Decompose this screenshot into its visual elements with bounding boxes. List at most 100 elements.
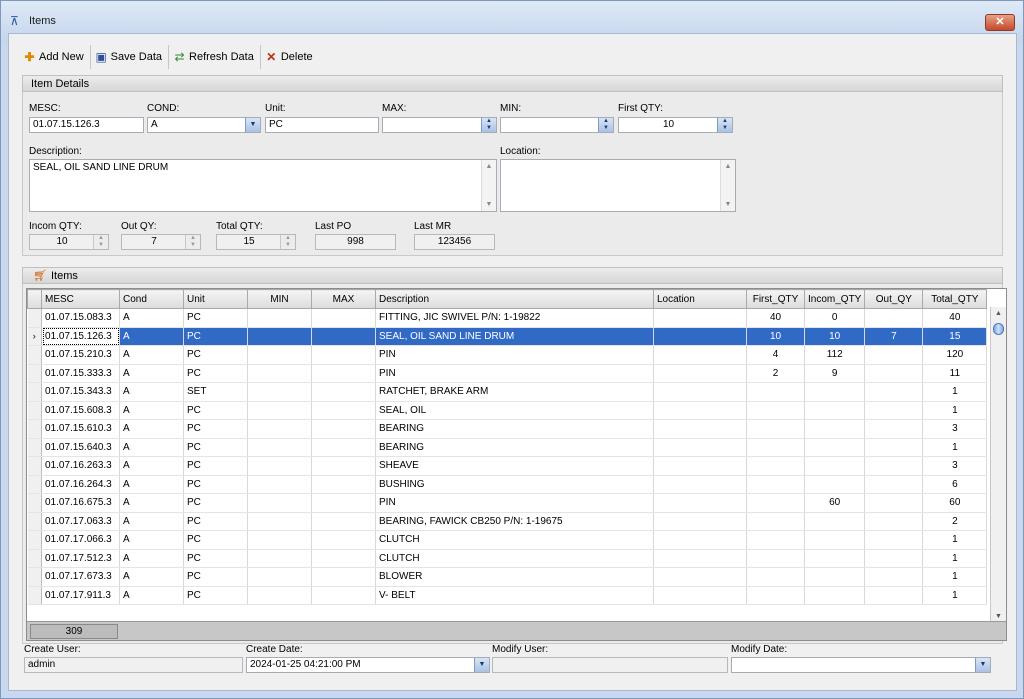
table-cell[interactable] bbox=[746, 456, 805, 476]
table-cell[interactable]: PC bbox=[183, 493, 248, 513]
table-cell[interactable]: A bbox=[119, 586, 184, 605]
table-cell[interactable] bbox=[653, 586, 747, 605]
table-cell[interactable] bbox=[653, 512, 747, 531]
table-cell[interactable]: 40 bbox=[922, 308, 988, 328]
table-cell[interactable]: SEAL, OIL SAND LINE DRUM bbox=[375, 327, 654, 346]
table-cell[interactable] bbox=[653, 308, 747, 328]
table-cell[interactable] bbox=[653, 493, 747, 513]
table-cell[interactable] bbox=[864, 308, 924, 328]
row-indicator[interactable] bbox=[27, 512, 42, 531]
table-cell[interactable] bbox=[653, 530, 747, 550]
table-row[interactable]: 01.07.17.512.3 A PC CLUTCH 1 bbox=[27, 549, 988, 568]
table-cell[interactable] bbox=[864, 419, 924, 439]
table-cell[interactable]: A bbox=[119, 419, 184, 439]
table-cell[interactable]: BLOWER bbox=[375, 567, 654, 587]
table-cell[interactable] bbox=[746, 512, 805, 531]
table-cell[interactable] bbox=[311, 493, 376, 513]
close-button[interactable]: ✕ bbox=[985, 14, 1015, 31]
column-header[interactable]: Unit bbox=[183, 289, 248, 309]
table-cell[interactable] bbox=[247, 308, 312, 328]
create-date-picker[interactable]: 2024-01-25 04:21:00 PM ▼ bbox=[246, 657, 490, 673]
table-cell[interactable] bbox=[864, 345, 924, 365]
location-textarea[interactable]: ▲ ▼ bbox=[500, 159, 736, 212]
refresh-data-button[interactable]: ⇄ Refresh Data bbox=[169, 45, 261, 69]
table-cell[interactable] bbox=[311, 475, 376, 494]
table-cell[interactable]: 01.07.17.063.3 bbox=[41, 512, 120, 531]
column-header[interactable]: Location bbox=[653, 289, 747, 309]
table-cell[interactable] bbox=[311, 438, 376, 457]
row-indicator[interactable] bbox=[27, 549, 42, 568]
table-cell[interactable]: 1 bbox=[922, 401, 988, 420]
row-indicator[interactable] bbox=[27, 364, 42, 383]
scroll-thumb[interactable] bbox=[993, 323, 1004, 335]
scroll-up-icon[interactable]: ▲ bbox=[721, 160, 735, 173]
table-cell[interactable] bbox=[247, 382, 312, 402]
table-cell[interactable] bbox=[746, 530, 805, 550]
table-cell[interactable]: 1 bbox=[922, 549, 988, 568]
table-cell[interactable] bbox=[311, 530, 376, 550]
table-cell[interactable]: A bbox=[119, 456, 184, 476]
first-qty-spinner[interactable]: 10 ▲ ▼ bbox=[618, 117, 733, 133]
table-cell[interactable]: 1 bbox=[922, 530, 988, 550]
table-cell[interactable]: 2 bbox=[746, 364, 805, 383]
table-cell[interactable] bbox=[247, 438, 312, 457]
row-indicator[interactable] bbox=[27, 419, 42, 439]
table-cell[interactable] bbox=[864, 567, 924, 587]
spinner-arrows-icon[interactable]: ▲ ▼ bbox=[481, 118, 496, 132]
table-cell[interactable] bbox=[864, 382, 924, 402]
mesc-field[interactable]: 01.07.15.126.3 bbox=[29, 117, 144, 133]
table-cell[interactable]: 3 bbox=[922, 456, 988, 476]
description-scrollbar[interactable]: ▲ ▼ bbox=[481, 160, 496, 211]
delete-button[interactable]: ✕ Delete bbox=[261, 45, 319, 69]
table-cell[interactable]: PIN bbox=[375, 345, 654, 365]
column-header[interactable]: Out_QY bbox=[864, 289, 924, 309]
scroll-up-icon[interactable]: ▲ bbox=[482, 160, 496, 173]
table-cell[interactable]: A bbox=[119, 345, 184, 365]
table-cell[interactable]: PIN bbox=[375, 364, 654, 383]
table-cell[interactable] bbox=[804, 401, 866, 420]
table-row[interactable]: 01.07.16.263.3 A PC SHEAVE 3 bbox=[27, 456, 988, 476]
table-cell[interactable] bbox=[653, 549, 747, 568]
table-cell[interactable] bbox=[864, 364, 924, 383]
table-cell[interactable]: PC bbox=[183, 475, 248, 494]
table-cell[interactable]: 01.07.15.640.3 bbox=[41, 438, 120, 457]
column-header[interactable]: Cond bbox=[119, 289, 184, 309]
min-spinner[interactable]: ▲ ▼ bbox=[500, 117, 614, 133]
table-cell[interactable] bbox=[247, 586, 312, 605]
table-cell[interactable] bbox=[247, 549, 312, 568]
table-row[interactable]: 01.07.15.610.3 A PC BEARING 3 bbox=[27, 419, 988, 439]
table-cell[interactable]: A bbox=[119, 567, 184, 587]
table-cell[interactable] bbox=[804, 512, 866, 531]
table-cell[interactable] bbox=[311, 419, 376, 439]
column-header[interactable]: MIN bbox=[247, 289, 312, 309]
modify-date-picker[interactable]: ▼ bbox=[731, 657, 991, 673]
table-cell[interactable] bbox=[653, 382, 747, 402]
table-cell[interactable] bbox=[864, 512, 924, 531]
table-cell[interactable]: 1 bbox=[922, 586, 988, 605]
table-cell[interactable]: 01.07.15.333.3 bbox=[41, 364, 120, 383]
scroll-down-icon[interactable]: ▼ bbox=[482, 198, 496, 211]
table-cell[interactable]: 10 bbox=[804, 327, 866, 346]
table-cell[interactable] bbox=[311, 382, 376, 402]
table-cell[interactable]: FITTING, JIC SWIVEL P/N: 1-19822 bbox=[375, 308, 654, 328]
table-cell[interactable] bbox=[864, 549, 924, 568]
table-cell[interactable]: 0 bbox=[804, 308, 866, 328]
table-cell[interactable] bbox=[247, 364, 312, 383]
table-cell[interactable] bbox=[653, 327, 747, 346]
table-cell[interactable]: CLUTCH bbox=[375, 530, 654, 550]
table-cell[interactable] bbox=[864, 438, 924, 457]
add-new-button[interactable]: ✚ Add New bbox=[19, 45, 91, 69]
spinner-arrows-icon[interactable]: ▲ ▼ bbox=[717, 118, 732, 132]
table-cell[interactable]: 9 bbox=[804, 364, 866, 383]
table-cell[interactable]: A bbox=[119, 438, 184, 457]
chevron-down-icon[interactable]: ▼ bbox=[975, 658, 990, 672]
table-cell[interactable] bbox=[311, 364, 376, 383]
column-header[interactable]: MAX bbox=[311, 289, 376, 309]
table-cell[interactable] bbox=[653, 345, 747, 365]
table-row[interactable]: 01.07.15.083.3 A PC FITTING, JIC SWIVEL P/N… bbox=[27, 308, 988, 328]
table-cell[interactable] bbox=[864, 586, 924, 605]
row-indicator[interactable] bbox=[27, 401, 42, 420]
table-cell[interactable] bbox=[746, 475, 805, 494]
scroll-down-icon[interactable]: ▼ bbox=[721, 198, 735, 211]
table-cell[interactable]: CLUTCH bbox=[375, 549, 654, 568]
